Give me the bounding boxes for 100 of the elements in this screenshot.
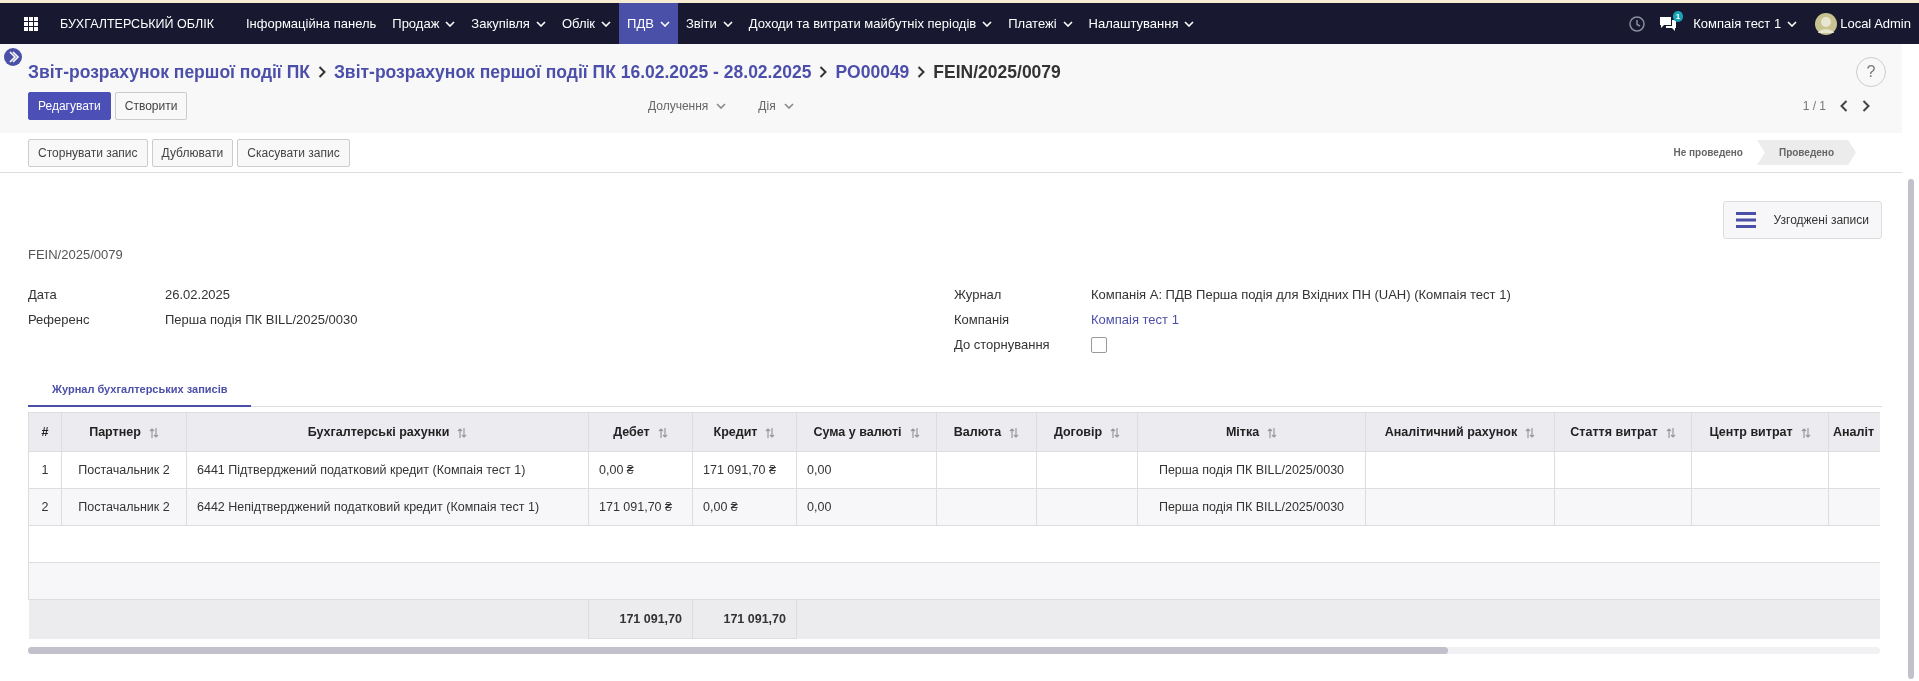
- breadcrumb-separator-icon: [917, 66, 926, 78]
- caret-icon: [601, 20, 612, 27]
- column-header[interactable]: Стаття витрат: [1554, 412, 1692, 452]
- caret-icon: [1184, 20, 1195, 27]
- caret-icon: [716, 103, 727, 109]
- sort-icon: [765, 426, 776, 439]
- smart-button[interactable]: Узгоджені записи: [1722, 201, 1882, 239]
- table-cell: 0,00 ₴: [599, 463, 634, 477]
- sort-icon: [657, 426, 668, 439]
- pager-counter: 1 / 1: [1802, 99, 1826, 113]
- avatar-icon[interactable]: [1815, 12, 1838, 35]
- breadcrumb-link[interactable]: PO00049: [835, 61, 910, 83]
- menu-item[interactable]: Продаж: [384, 3, 464, 44]
- caret-icon: [445, 20, 456, 27]
- breadcrumb-current: FEIN/2025/0079: [933, 61, 1061, 83]
- caret-icon: [1787, 20, 1798, 27]
- field-label: Журнал: [954, 287, 1003, 302]
- sort-icon: [1525, 426, 1536, 439]
- field-value: 26.02.2025: [165, 287, 231, 302]
- table-cell: Постачальник 2: [78, 500, 170, 514]
- sort-icon: [909, 426, 920, 439]
- field-label: До сторнування: [954, 337, 1051, 352]
- apps-menu-icon[interactable]: [24, 16, 38, 31]
- dropdown-button[interactable]: Дія: [752, 98, 800, 114]
- menu-item[interactable]: Налаштування: [1080, 3, 1203, 44]
- breadcrumb-link[interactable]: Звіт-розрахунок першої події ПК 16.02.2025 - 28.02.2025: [333, 61, 812, 83]
- field-value: Компанія А: ПДВ Перша подія для Вхідних ПН (UAH) (Компаія тест 1): [1091, 287, 1511, 302]
- caret-icon: [535, 20, 546, 27]
- next-icon[interactable]: [1862, 100, 1870, 112]
- column-header[interactable]: Бухгалтерські рахунки: [186, 412, 589, 452]
- create-button[interactable]: Створити: [114, 92, 188, 120]
- sort-icon: [1665, 426, 1676, 439]
- menu-item[interactable]: ПДВ: [619, 3, 678, 44]
- tab[interactable]: Журнал бухгалтерських записів: [28, 375, 252, 407]
- menu-item[interactable]: Закупівля: [463, 3, 554, 44]
- sort-icon: [1009, 426, 1020, 439]
- record-name: FEIN/2025/0079: [28, 247, 124, 262]
- clock-icon[interactable]: [1629, 15, 1646, 32]
- field-label: Референс: [28, 312, 91, 327]
- sort-icon: [1800, 426, 1811, 439]
- column-header[interactable]: Центр витрат: [1691, 412, 1829, 452]
- field-value: Перша подія ПК BILL/2025/0030: [165, 312, 358, 327]
- table-cell: 6442 Непідтверджений податковий кредит (Компаія тест 1): [197, 500, 540, 514]
- sort-icon: [457, 426, 468, 439]
- column-header[interactable]: Аналітичний рахунок: [1365, 412, 1555, 452]
- menu-item[interactable]: Доходи та витрати майбутніх періодів: [740, 3, 1001, 44]
- user-name[interactable]: Local Admin: [1840, 16, 1911, 31]
- table-cell: Перша подія ПК BILL/2025/0030: [1158, 500, 1345, 514]
- action-button[interactable]: Дублювати: [151, 138, 234, 167]
- app-title: БУХГАЛТЕРСЬКИЙ ОБЛІК: [60, 16, 214, 31]
- table-cell: 1: [41, 463, 49, 477]
- column-header[interactable]: Дебет: [588, 412, 693, 452]
- field-label: Дата: [28, 287, 58, 302]
- column-header[interactable]: Кредит: [692, 412, 797, 452]
- menu-item[interactable]: Платежі: [1000, 3, 1081, 44]
- status-stage[interactable]: Проведено: [1756, 140, 1856, 165]
- breadcrumb-separator-icon: [819, 66, 828, 78]
- table-cell: 171 091,70 ₴: [703, 463, 776, 477]
- company-switcher[interactable]: Компаія тест 1: [1685, 3, 1806, 44]
- previous-icon[interactable]: [1840, 100, 1848, 112]
- column-header[interactable]: Валюта: [936, 412, 1037, 452]
- menu-item[interactable]: Облік: [553, 3, 620, 44]
- column-header[interactable]: Сума у валюті: [796, 412, 937, 452]
- table-cell: Постачальник 2: [78, 463, 170, 477]
- message-count-badge: 1: [1672, 10, 1684, 22]
- action-button[interactable]: Сторнувати запис: [28, 138, 148, 167]
- sort-icon: [1267, 426, 1278, 439]
- caret-icon: [783, 103, 794, 109]
- list-icon: [1735, 212, 1756, 228]
- column-header[interactable]: Мітка: [1137, 412, 1366, 452]
- sort-icon: [1110, 426, 1121, 439]
- dropdown-button[interactable]: Долучення: [642, 98, 733, 114]
- table-cell: 0,00: [807, 463, 832, 477]
- table-cell: 171 091,70 ₴: [599, 500, 672, 514]
- table-cell: 0,00 ₴: [703, 500, 738, 514]
- total-cell: 171 091,70: [619, 612, 682, 626]
- menu-item[interactable]: Звіти: [677, 3, 741, 44]
- breadcrumb-link[interactable]: Звіт-розрахунок першої події ПК: [28, 61, 310, 83]
- field-label: Компанія: [954, 312, 1011, 327]
- sort-icon: [148, 426, 159, 439]
- checkbox[interactable]: [1091, 336, 1107, 353]
- caret-icon: [982, 20, 993, 27]
- caret-icon: [722, 20, 733, 27]
- edit-button[interactable]: Редагувати: [28, 92, 111, 120]
- column-header[interactable]: #: [28, 412, 62, 452]
- table-cell: 2: [41, 500, 49, 514]
- table-cell: 6441 Підтверджений податковий кредит (Компаія тест 1): [197, 463, 526, 477]
- table-cell: Перша подія ПК BILL/2025/0030: [1158, 463, 1345, 477]
- help-button[interactable]: ?: [1856, 57, 1886, 87]
- field-link[interactable]: Компаія тест 1: [1091, 312, 1179, 327]
- chat-icon[interactable]: [1659, 15, 1678, 32]
- table-cell: 0,00: [807, 500, 832, 514]
- menu-item[interactable]: Інформаційна панель: [237, 3, 385, 44]
- action-button[interactable]: Скасувати запис: [237, 138, 350, 167]
- caret-icon: [1062, 20, 1073, 27]
- horizontal-scrollbar[interactable]: [28, 647, 1880, 654]
- status-stage[interactable]: Не проведено: [1659, 140, 1757, 165]
- column-header[interactable]: Аналіт: [1828, 412, 1880, 452]
- column-header[interactable]: Договір: [1036, 412, 1138, 452]
- column-header[interactable]: Партнер: [61, 412, 187, 452]
